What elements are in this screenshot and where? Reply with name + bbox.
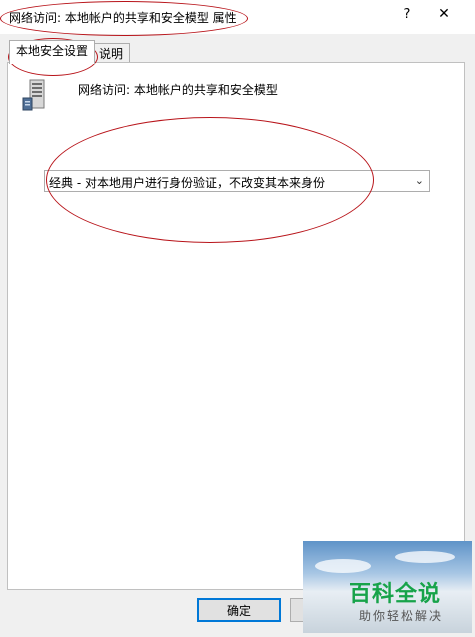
cloud-icon bbox=[395, 551, 455, 563]
watermark-subtitle: 助你轻松解决 bbox=[359, 609, 444, 623]
security-model-dropdown[interactable]: 经典 - 对本地用户进行身份验证，不改变其本来身份 ⌄ bbox=[44, 170, 430, 192]
tab-local-security-setting[interactable]: 本地安全设置 bbox=[9, 40, 96, 64]
watermark-logo: 百科全说 助你轻松解决 bbox=[303, 541, 472, 633]
window-title: 网络访问: 本地帐户的共享和安全模型 属性 bbox=[9, 11, 237, 25]
cloud-icon bbox=[315, 559, 371, 573]
title-bar: 网络访问: 本地帐户的共享和安全模型 属性 ? ✕ bbox=[0, 0, 475, 34]
dropdown-selected-value: 经典 - 对本地用户进行身份验证，不改变其本来身份 bbox=[49, 176, 325, 190]
chevron-down-icon[interactable]: ⌄ bbox=[415, 174, 424, 187]
policy-name: 网络访问: 本地帐户的共享和安全模型 bbox=[78, 83, 278, 97]
watermark-title: 百科全说 bbox=[349, 582, 442, 607]
ok-button[interactable]: 确定 bbox=[197, 598, 281, 622]
close-button[interactable]: ✕ bbox=[433, 6, 455, 26]
tab-panel bbox=[7, 62, 465, 590]
help-button[interactable]: ? bbox=[398, 7, 416, 25]
tab-description[interactable]: 说明 bbox=[92, 43, 131, 64]
server-policy-icon bbox=[22, 78, 50, 112]
